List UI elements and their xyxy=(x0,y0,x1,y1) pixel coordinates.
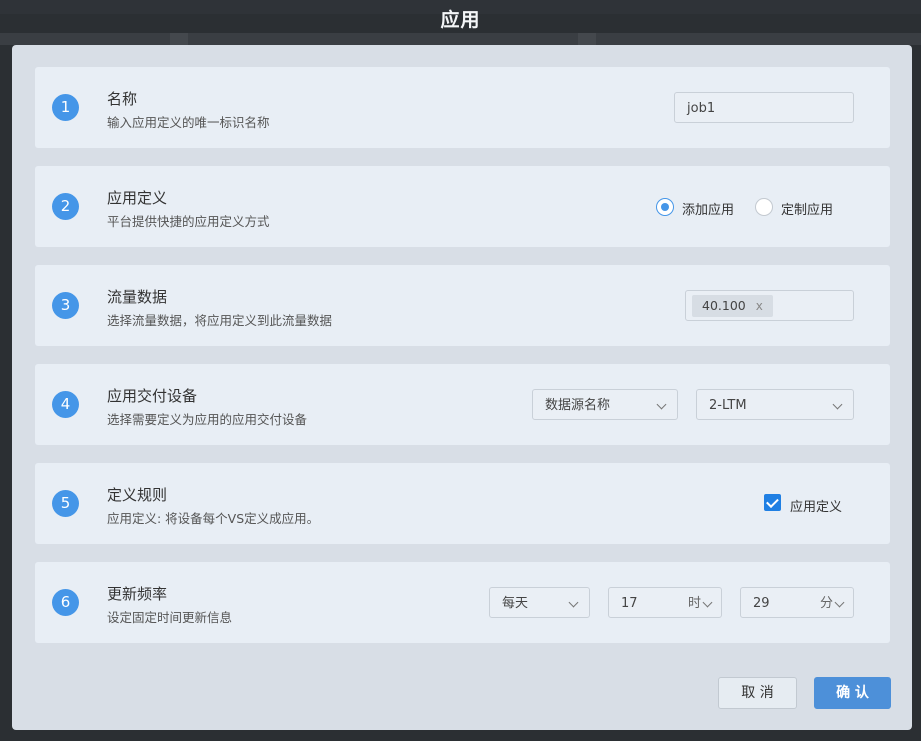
app-dialog: 1 名称 输入应用定义的唯一标识名称 job1 2 应用定义 平台提供快捷的应用… xyxy=(12,45,912,730)
step-title: 应用交付设备 xyxy=(107,387,198,405)
step-number: 6 xyxy=(52,589,79,616)
chevron-down-icon xyxy=(832,399,843,410)
tag-close-icon[interactable]: x xyxy=(756,299,763,313)
data-source-select[interactable]: 数据源名称 xyxy=(532,389,678,420)
step-number: 5 xyxy=(52,490,79,517)
step-description: 平台提供快捷的应用定义方式 xyxy=(107,214,270,229)
app-definition-checkbox-label[interactable]: 应用定义 xyxy=(790,496,842,515)
radio-add-app[interactable] xyxy=(656,198,674,216)
radio-custom-app-label[interactable]: 定制应用 xyxy=(781,199,833,218)
data-source-value: 数据源名称 xyxy=(545,398,611,413)
frequency-value: 每天 xyxy=(502,596,529,611)
step-title: 定义规则 xyxy=(107,486,168,504)
chevron-down-icon xyxy=(702,597,713,608)
radio-custom-app[interactable] xyxy=(755,198,773,216)
step-title: 名称 xyxy=(107,90,138,108)
traffic-tag: 40.100 x xyxy=(692,295,773,317)
chevron-down-icon xyxy=(834,597,845,608)
step-card-define-rule: 5 定义规则 应用定义: 将设备每个VS定义成应用。 应用定义 xyxy=(35,463,890,544)
step-number: 1 xyxy=(52,94,79,121)
step-description: 设定固定时间更新信息 xyxy=(107,610,233,625)
step-description: 选择需要定义为应用的应用交付设备 xyxy=(107,412,308,427)
step-description: 应用定义: 将设备每个VS定义成应用。 xyxy=(107,511,320,526)
minute-select[interactable]: 29 分 xyxy=(740,587,854,618)
hour-unit: 时 xyxy=(687,596,701,611)
step-description: 输入应用定义的唯一标识名称 xyxy=(107,115,270,130)
hour-value: 17 xyxy=(621,596,638,611)
step-title: 流量数据 xyxy=(107,288,168,306)
minute-unit: 分 xyxy=(819,596,833,611)
frequency-select[interactable]: 每天 xyxy=(489,587,590,618)
step-card-update-frequency: 6 更新频率 设定固定时间更新信息 每天 17 时 29 分 xyxy=(35,562,890,643)
name-input-value: job1 xyxy=(687,101,716,116)
chevron-down-icon xyxy=(656,399,667,410)
step-card-traffic-data: 3 流量数据 选择流量数据，将应用定义到此流量数据 40.100 x xyxy=(35,265,890,346)
confirm-button[interactable]: 确 认 xyxy=(814,677,891,709)
background-toolbar xyxy=(0,33,921,45)
step-number: 3 xyxy=(52,292,79,319)
traffic-data-select[interactable]: 40.100 x xyxy=(685,290,854,321)
radio-add-app-label[interactable]: 添加应用 xyxy=(682,199,734,218)
device-value: 2-LTM xyxy=(709,398,747,413)
step-title: 应用定义 xyxy=(107,189,168,207)
minute-value: 29 xyxy=(753,596,770,611)
step-number: 4 xyxy=(52,391,79,418)
chevron-down-icon xyxy=(568,597,579,608)
step-number: 2 xyxy=(52,193,79,220)
device-select[interactable]: 2-LTM xyxy=(696,389,854,420)
step-card-app-definition: 2 应用定义 平台提供快捷的应用定义方式 添加应用 定制应用 xyxy=(35,166,890,247)
step-card-delivery-device: 4 应用交付设备 选择需要定义为应用的应用交付设备 数据源名称 2-LTM xyxy=(35,364,890,445)
cancel-button[interactable]: 取 消 xyxy=(718,677,797,709)
dialog-title: 应用 xyxy=(440,9,481,31)
step-title: 更新频率 xyxy=(107,585,168,603)
step-description: 选择流量数据，将应用定义到此流量数据 xyxy=(107,313,333,328)
step-card-name: 1 名称 输入应用定义的唯一标识名称 job1 xyxy=(35,67,890,148)
hour-select[interactable]: 17 时 xyxy=(608,587,722,618)
app-definition-checkbox[interactable] xyxy=(764,494,781,511)
traffic-tag-label: 40.100 xyxy=(702,298,746,313)
name-input[interactable]: job1 xyxy=(674,92,854,123)
